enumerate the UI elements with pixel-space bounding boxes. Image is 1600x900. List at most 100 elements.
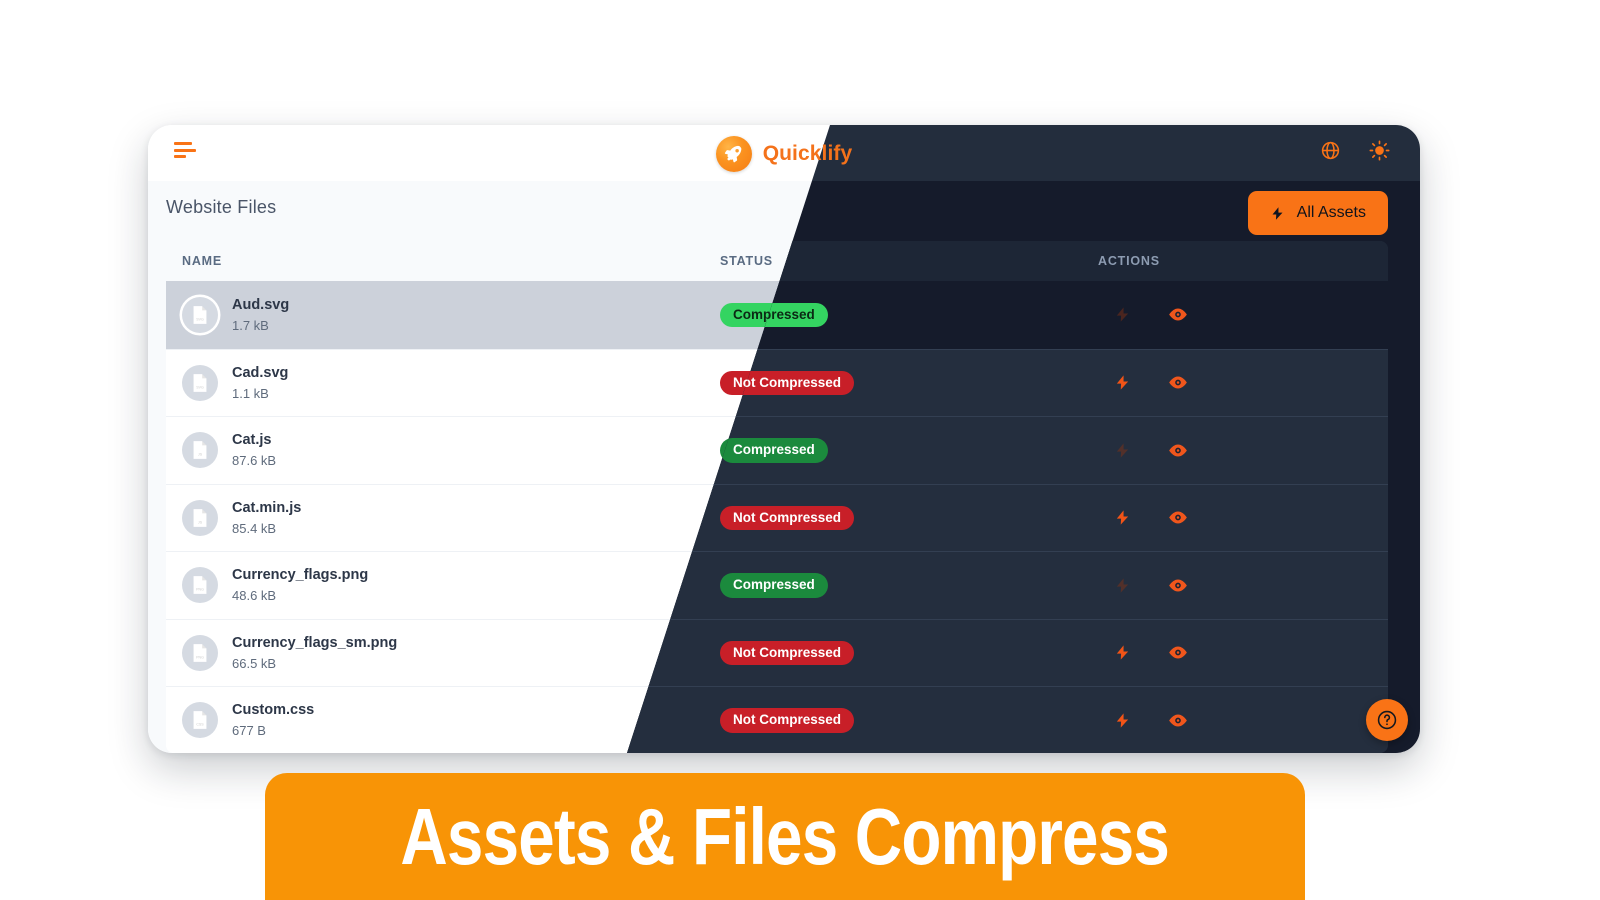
eye-icon xyxy=(1169,646,1187,659)
compress-action-icon[interactable] xyxy=(1112,643,1132,663)
file-css-icon: CSS xyxy=(193,711,207,730)
page-title: Website Files xyxy=(166,197,277,217)
file-actions-cell xyxy=(1098,710,1378,730)
file-actions-cell xyxy=(1098,575,1378,595)
file-status-cell: Compressed xyxy=(720,302,1098,327)
file-size: 66.5 kB xyxy=(232,655,277,671)
column-header-name: NAME xyxy=(182,254,223,268)
file-name-cell: SVG Cad.svg 1.1 kB xyxy=(166,362,720,404)
file-size: 1.1 kB xyxy=(232,385,269,401)
file-type-avatar: PNG xyxy=(182,567,218,604)
banner-text: Assets & Files Compress xyxy=(400,791,1170,881)
status-badge: Not Compressed xyxy=(720,505,855,530)
status-badge: Compressed xyxy=(720,573,828,598)
lightning-bolt-icon xyxy=(1116,578,1128,593)
file-actions-cell xyxy=(1098,508,1378,528)
svg-text:CSS: CSS xyxy=(196,723,204,727)
svg-text:JS: JS xyxy=(198,453,203,457)
file-name-cell: PNG Currency_flags.png 48.6 kB xyxy=(166,564,720,606)
preview-action-icon[interactable] xyxy=(1168,643,1188,663)
preview-action-icon[interactable] xyxy=(1168,373,1188,393)
app-window: Quicklify Website Files NAME STATUS SVG … xyxy=(148,125,1420,753)
compress-action-icon[interactable] xyxy=(1112,508,1132,528)
question-mark-icon xyxy=(1377,710,1397,730)
lightning-bolt-icon xyxy=(1116,645,1128,660)
file-name: Aud.svg xyxy=(232,296,290,313)
lightning-bolt-icon xyxy=(1116,713,1128,728)
file-actions-cell xyxy=(1098,305,1378,325)
preview-action-icon[interactable] xyxy=(1168,305,1188,325)
rocket-icon xyxy=(715,136,752,172)
compress-action-icon[interactable] xyxy=(1112,373,1132,393)
file-name-cell: SVG Aud.svg 1.7 kB xyxy=(166,294,720,336)
file-status-cell: Not Compressed xyxy=(720,640,1098,665)
top-bar-actions-dark xyxy=(1320,140,1390,166)
eye-icon xyxy=(1169,714,1187,727)
file-name: Custom.css xyxy=(232,702,315,719)
preview-action-icon[interactable] xyxy=(1168,508,1188,528)
help-button[interactable] xyxy=(1366,699,1408,741)
file-name: Currency_flags_sm.png xyxy=(232,634,398,651)
eye-icon xyxy=(1169,444,1187,457)
svg-text:SVG: SVG xyxy=(196,385,204,389)
screenshot-root: Quicklify Website Files NAME STATUS SVG … xyxy=(0,0,1600,900)
file-name: Cat.min.js xyxy=(232,499,302,516)
file-status-cell: Compressed xyxy=(720,573,1098,598)
file-type-avatar: JS xyxy=(182,499,218,536)
file-status-cell: Compressed xyxy=(720,438,1098,463)
file-js-icon: JS xyxy=(193,441,207,460)
file-type-avatar: JS xyxy=(182,432,218,469)
preview-action-icon[interactable] xyxy=(1168,575,1188,595)
file-actions-cell xyxy=(1098,440,1378,460)
eye-icon xyxy=(1169,511,1187,524)
svg-text:JS: JS xyxy=(198,520,203,524)
status-badge: Not Compressed xyxy=(720,708,855,733)
compress-action-icon[interactable] xyxy=(1112,575,1132,595)
file-size: 48.6 kB xyxy=(232,588,277,604)
file-type-avatar: SVG xyxy=(182,296,218,333)
file-name-cell: PNG Currency_flags_sm.png 66.5 kB xyxy=(166,632,720,674)
file-status-cell: Not Compressed xyxy=(720,708,1098,733)
file-name: Cad.svg xyxy=(232,364,289,381)
file-png-icon: PNG xyxy=(193,576,207,595)
file-svg-icon: SVG xyxy=(193,305,207,324)
compress-action-icon[interactable] xyxy=(1112,305,1132,325)
file-type-avatar: PNG xyxy=(182,634,218,671)
bottom-banner: Assets & Files Compress xyxy=(265,773,1305,900)
status-badge: Compressed xyxy=(720,438,828,463)
file-js-icon: JS xyxy=(193,508,207,527)
eye-icon xyxy=(1169,376,1187,389)
file-svg-icon: SVG xyxy=(193,373,207,392)
eye-icon xyxy=(1169,308,1187,321)
svg-text:SVG: SVG xyxy=(196,317,204,321)
file-type-avatar: SVG xyxy=(182,364,218,401)
theme-toggle-sun-icon-dark[interactable] xyxy=(1369,140,1390,166)
file-status-cell: Not Compressed xyxy=(720,505,1098,530)
file-size: 1.7 kB xyxy=(232,317,269,333)
preview-action-icon[interactable] xyxy=(1168,440,1188,460)
compress-action-icon[interactable] xyxy=(1112,710,1132,730)
file-actions-cell xyxy=(1098,643,1378,663)
all-assets-label-dark: All Assets xyxy=(1296,204,1366,221)
column-header-actions-dark: ACTIONS xyxy=(1098,254,1160,268)
all-assets-button-dark[interactable]: All Assets xyxy=(1247,191,1388,235)
status-badge: Not Compressed xyxy=(720,640,855,665)
language-globe-icon-dark[interactable] xyxy=(1320,140,1341,166)
preview-action-icon[interactable] xyxy=(1168,710,1188,730)
lightning-bolt-icon xyxy=(1116,307,1128,322)
file-png-icon: PNG xyxy=(193,643,207,662)
compress-action-icon[interactable] xyxy=(1112,440,1132,460)
file-name-cell: JS Cat.js 87.6 kB xyxy=(166,429,720,471)
lightning-bolt-icon xyxy=(1116,510,1128,525)
file-status-cell: Not Compressed xyxy=(720,370,1098,395)
file-size: 677 B xyxy=(232,723,266,739)
file-size: 87.6 kB xyxy=(232,453,277,469)
file-name-cell: JS Cat.min.js 85.4 kB xyxy=(166,497,720,539)
file-name: Currency_flags.png xyxy=(232,567,369,584)
eye-icon xyxy=(1169,579,1187,592)
file-type-avatar: CSS xyxy=(182,702,218,739)
file-size: 85.4 kB xyxy=(232,520,277,536)
svg-text:PNG: PNG xyxy=(196,655,204,659)
lightning-bolt-icon xyxy=(1116,443,1128,458)
svg-text:PNG: PNG xyxy=(196,588,204,592)
